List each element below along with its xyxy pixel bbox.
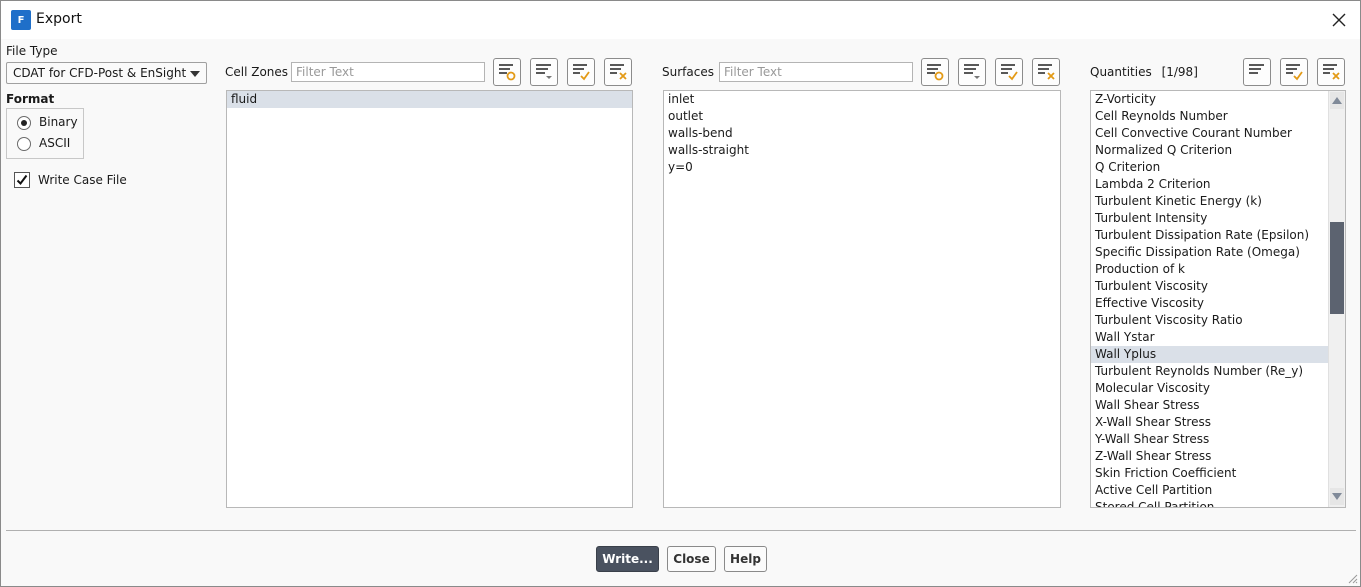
- sort-list-icon: [1249, 64, 1264, 74]
- filter-match-icon: [927, 64, 944, 81]
- sort-list-icon: [536, 64, 552, 79]
- select-all-icon: [1286, 64, 1303, 81]
- deselect-all-icon: [1323, 64, 1340, 80]
- list-item[interactable]: Specific Dissipation Rate (Omega): [1091, 244, 1345, 261]
- list-item[interactable]: X-Wall Shear Stress: [1091, 414, 1345, 431]
- list-item[interactable]: fluid: [227, 91, 632, 108]
- quantities-list[interactable]: Z-Vorticity Cell Reynolds Number Cell Co…: [1090, 90, 1346, 508]
- list-item[interactable]: Turbulent Reynolds Number (Re_y): [1091, 363, 1345, 380]
- scroll-down-icon[interactable]: [1330, 488, 1344, 505]
- list-item[interactable]: Z-Vorticity: [1091, 91, 1345, 108]
- list-item[interactable]: y=0: [664, 159, 1060, 176]
- format-group: Binary ASCII: [6, 108, 84, 159]
- select-all-icon: [1001, 64, 1018, 81]
- list-item[interactable]: Skin Friction Coefficient: [1091, 465, 1345, 482]
- list-item[interactable]: Turbulent Viscosity Ratio: [1091, 312, 1345, 329]
- close-icon[interactable]: [1327, 7, 1351, 33]
- file-type-label: File Type: [6, 44, 58, 58]
- list-item[interactable]: Y-Wall Shear Stress: [1091, 431, 1345, 448]
- list-item[interactable]: Turbulent Dissipation Rate (Epsilon): [1091, 227, 1345, 244]
- cell-zones-select-all-button[interactable]: [567, 58, 595, 86]
- sort-list-icon: [964, 64, 980, 79]
- cell-zones-filter-input[interactable]: Filter Text: [291, 62, 485, 82]
- cell-zones-filter-options-button[interactable]: [493, 58, 521, 86]
- surfaces-list[interactable]: inlet outlet walls-bend walls-straight y…: [663, 90, 1061, 508]
- write-case-file-checkbox[interactable]: [14, 172, 30, 188]
- footer-divider: [6, 530, 1356, 531]
- quantities-label: Quantities [1/98]: [1090, 65, 1198, 79]
- list-item[interactable]: Molecular Viscosity: [1091, 380, 1345, 397]
- cell-zones-sort-button[interactable]: [530, 58, 558, 86]
- format-label: Format: [6, 92, 55, 106]
- surfaces-select-all-button[interactable]: [995, 58, 1023, 86]
- list-item[interactable]: Effective Viscosity: [1091, 295, 1345, 312]
- file-type-value: CDAT for CFD-Post & EnSight: [13, 66, 187, 80]
- fluent-app-icon: F: [11, 10, 31, 30]
- list-item[interactable]: walls-straight: [664, 142, 1060, 159]
- list-item[interactable]: Wall Shear Stress: [1091, 397, 1345, 414]
- list-item[interactable]: Q Criterion: [1091, 159, 1345, 176]
- write-button[interactable]: Write...: [596, 546, 659, 572]
- window-title: Export: [36, 11, 82, 27]
- chevron-down-icon: [190, 71, 200, 77]
- list-item[interactable]: Stored Cell Partition: [1091, 499, 1345, 507]
- list-item[interactable]: Cell Reynolds Number: [1091, 108, 1345, 125]
- surfaces-label: Surfaces: [662, 65, 714, 79]
- resize-grip-icon[interactable]: [1346, 572, 1358, 584]
- quantities-count: [1/98]: [1161, 65, 1198, 79]
- select-all-icon: [573, 64, 590, 81]
- list-item[interactable]: outlet: [664, 108, 1060, 125]
- export-dialog: F Export File Type CDAT for CFD-Post & E…: [0, 0, 1361, 587]
- format-binary-label[interactable]: Binary: [39, 115, 78, 129]
- quantities-label-text: Quantities: [1090, 65, 1152, 79]
- list-item[interactable]: Active Cell Partition: [1091, 482, 1345, 499]
- list-item[interactable]: Turbulent Viscosity: [1091, 278, 1345, 295]
- cell-zones-list[interactable]: fluid: [226, 90, 633, 508]
- cell-zones-label: Cell Zones: [225, 65, 289, 79]
- quantities-scrollbar[interactable]: [1328, 91, 1345, 507]
- list-item[interactable]: Cell Convective Courant Number: [1091, 125, 1345, 142]
- format-ascii-radio[interactable]: [17, 137, 31, 151]
- cell-zones-deselect-all-button[interactable]: [604, 58, 632, 86]
- format-ascii-label[interactable]: ASCII: [39, 136, 70, 150]
- surfaces-sort-button[interactable]: [958, 58, 986, 86]
- surfaces-filter-input[interactable]: Filter Text: [719, 62, 913, 82]
- filter-match-icon: [499, 64, 516, 81]
- deselect-all-icon: [1038, 64, 1055, 80]
- deselect-all-icon: [610, 64, 627, 80]
- format-binary-radio[interactable]: [17, 116, 31, 130]
- list-item[interactable]: Lambda 2 Criterion: [1091, 176, 1345, 193]
- scrollbar-thumb[interactable]: [1330, 222, 1344, 314]
- file-type-dropdown[interactable]: CDAT for CFD-Post & EnSight: [6, 62, 207, 84]
- checkmark-icon: [16, 174, 28, 186]
- list-item[interactable]: Z-Wall Shear Stress: [1091, 448, 1345, 465]
- quantities-deselect-all-button[interactable]: [1317, 58, 1345, 86]
- surfaces-deselect-all-button[interactable]: [1032, 58, 1060, 86]
- list-item[interactable]: Production of k: [1091, 261, 1345, 278]
- list-item[interactable]: Wall Yplus: [1091, 346, 1329, 363]
- write-case-file-label[interactable]: Write Case File: [38, 173, 127, 187]
- list-item[interactable]: inlet: [664, 91, 1060, 108]
- scroll-up-icon[interactable]: [1330, 92, 1344, 109]
- quantities-sort-button[interactable]: [1243, 58, 1271, 86]
- list-item[interactable]: Normalized Q Criterion: [1091, 142, 1345, 159]
- close-button[interactable]: Close: [667, 546, 716, 572]
- list-item[interactable]: Turbulent Intensity: [1091, 210, 1345, 227]
- title-bar: F Export: [1, 1, 1360, 39]
- help-button[interactable]: Help: [724, 546, 767, 572]
- list-item[interactable]: walls-bend: [664, 125, 1060, 142]
- list-item[interactable]: Wall Ystar: [1091, 329, 1345, 346]
- surfaces-filter-options-button[interactable]: [921, 58, 949, 86]
- quantities-select-all-button[interactable]: [1280, 58, 1308, 86]
- list-item[interactable]: Turbulent Kinetic Energy (k): [1091, 193, 1345, 210]
